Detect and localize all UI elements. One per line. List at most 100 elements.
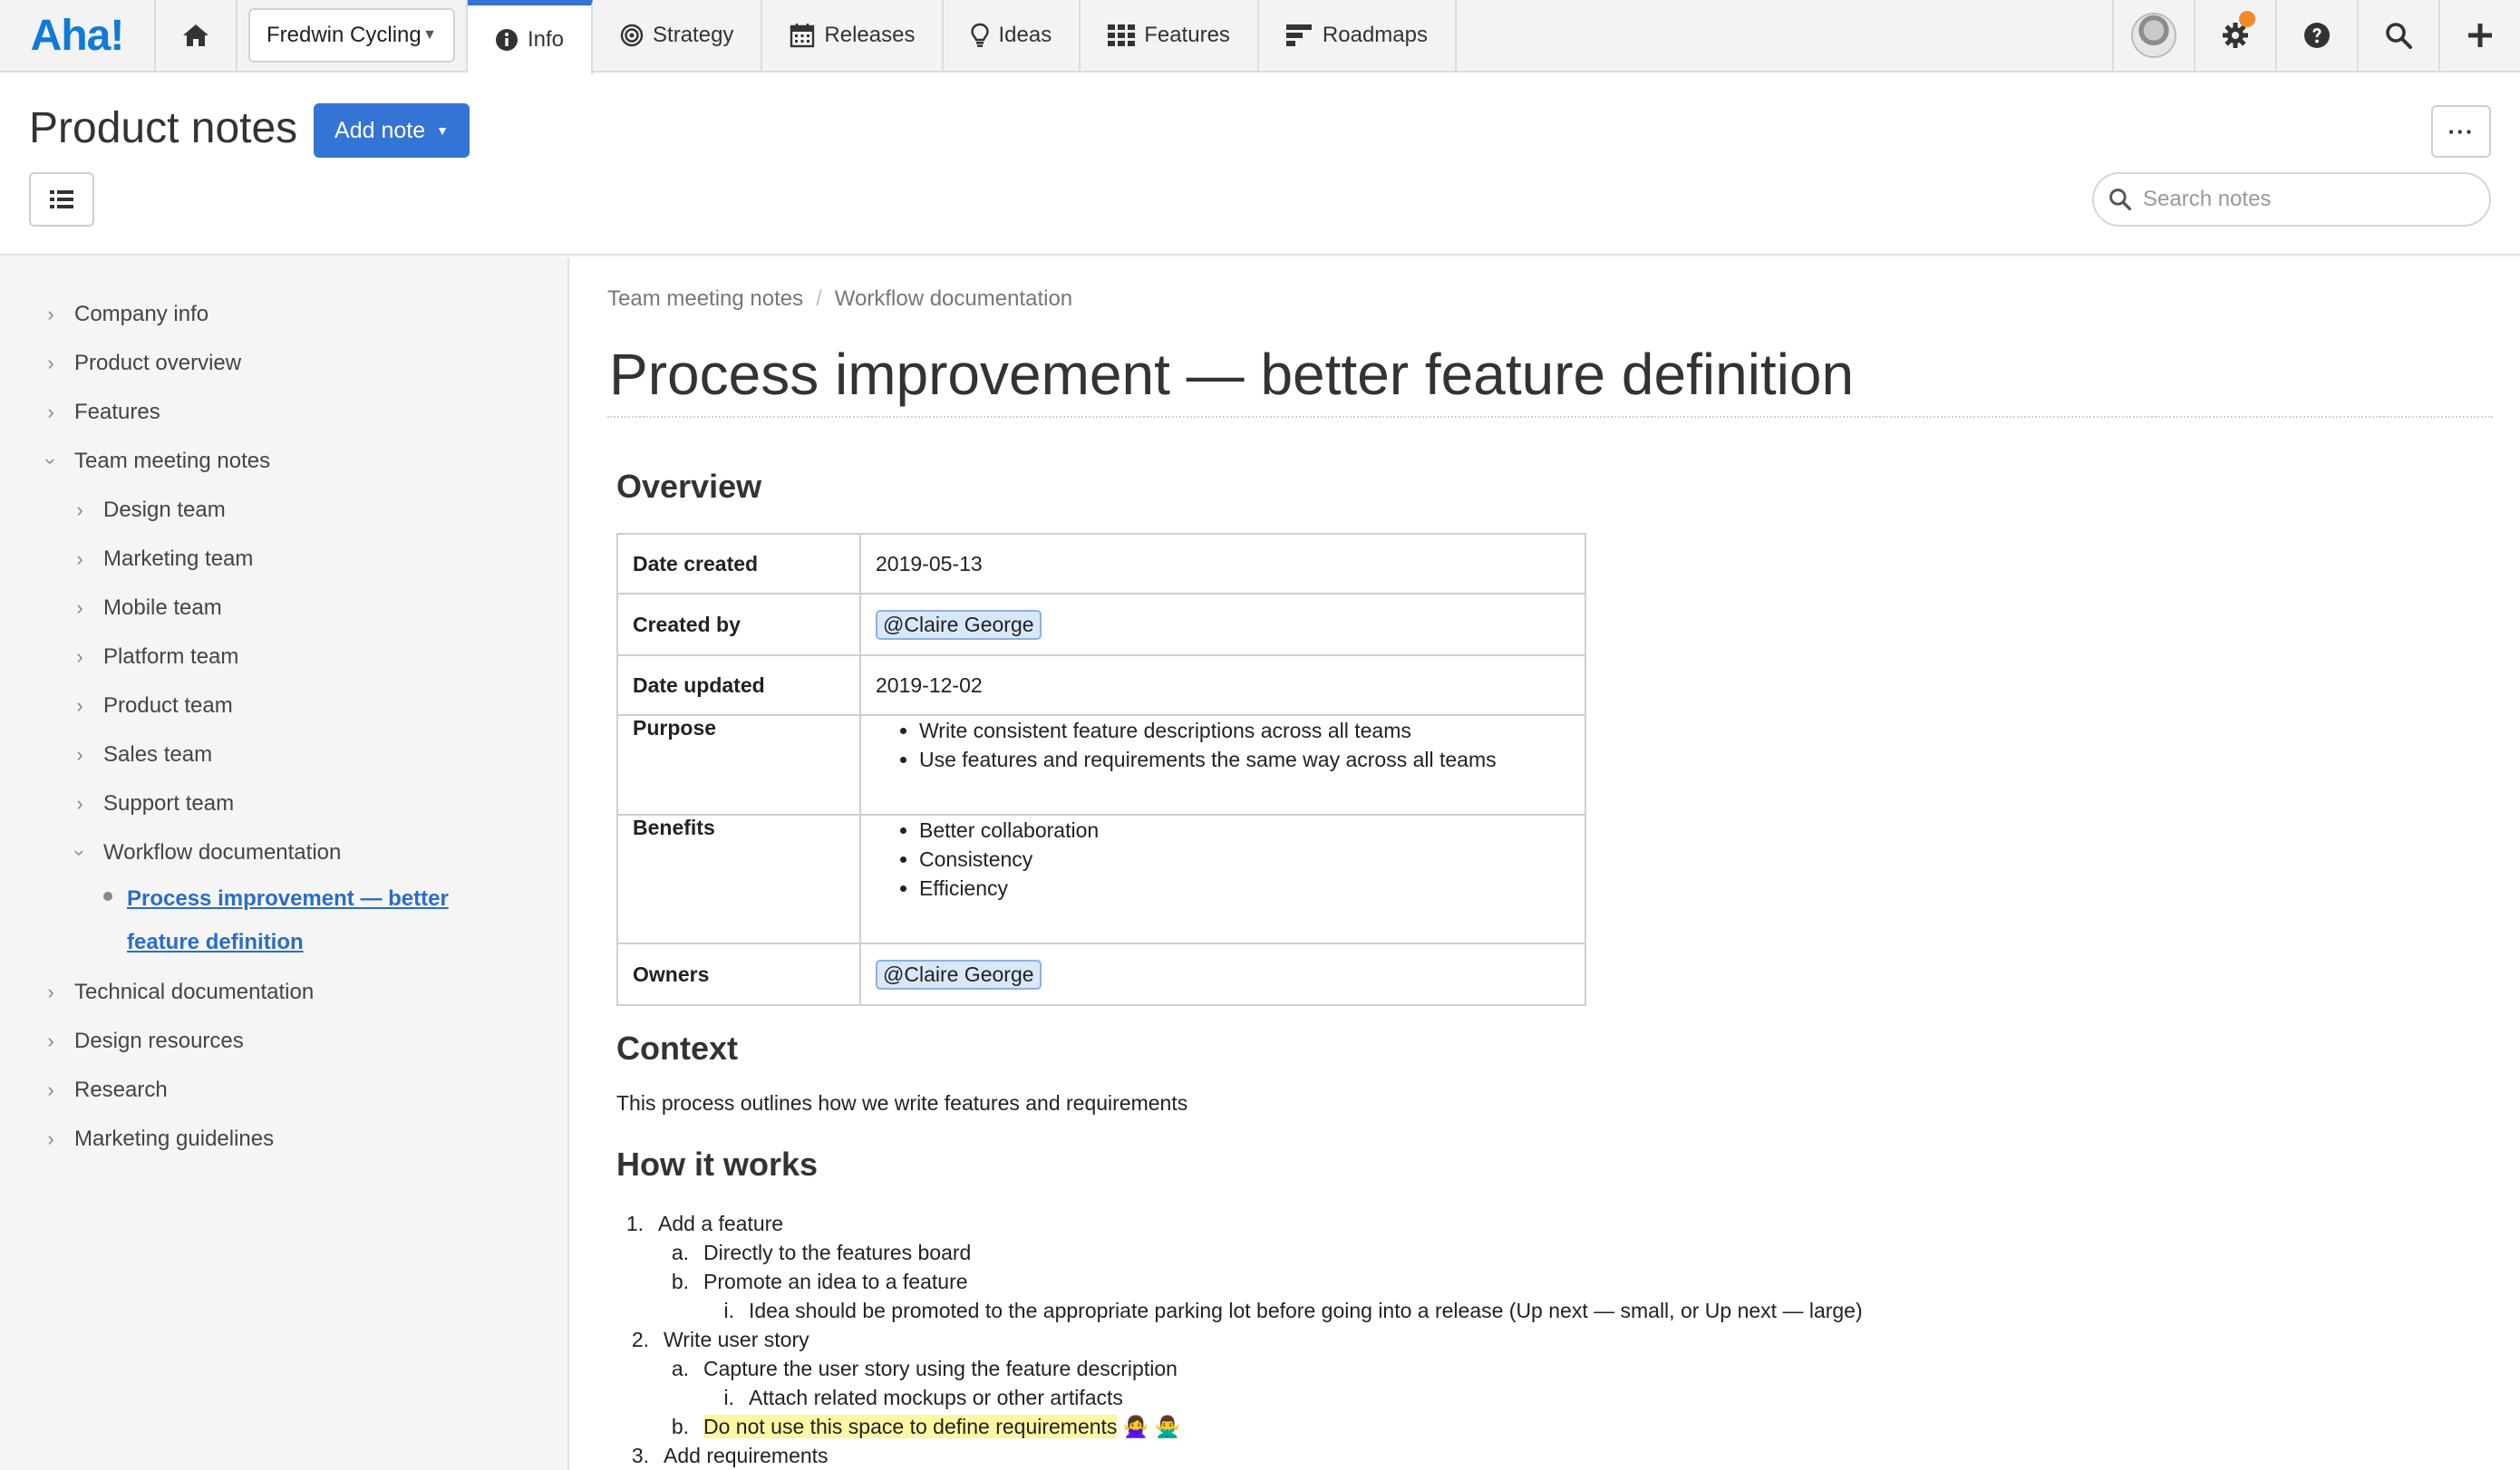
table-value: @Claire George [860, 943, 1585, 1005]
sidebar-item-features[interactable]: ›Features [0, 388, 567, 437]
tab-ideas-label: Ideas [998, 23, 1052, 48]
sidebar-item-label: Product overview [74, 351, 241, 376]
table-key: Owners [617, 943, 860, 1005]
list-view-button[interactable] [29, 172, 94, 227]
sidebar-item-marketing-guidelines[interactable]: ›Marketing guidelines [0, 1115, 567, 1164]
sidebar-item-label: Support team [103, 791, 234, 817]
chevron-right-icon: › [42, 1078, 60, 1102]
target-icon [620, 24, 644, 47]
settings-button[interactable] [2194, 0, 2275, 71]
sidebar-item-label: Sales team [103, 742, 212, 768]
note-content: Team meeting notes / Workflow documentat… [571, 257, 2520, 1470]
caret-down-icon: ▼ [436, 123, 449, 138]
chevron-right-icon: › [71, 694, 89, 718]
chevron-down-icon: › [68, 844, 92, 862]
sidebar-item-support-team[interactable]: › Support team [0, 779, 567, 828]
sidebar-item-company-info[interactable]: ›Company info [0, 290, 567, 339]
sidebar-item-design-team[interactable]: › Design team [0, 486, 567, 535]
sidebar-item-workflow-documentation[interactable]: › Workflow documentation [0, 828, 567, 877]
chevron-right-icon: › [71, 596, 89, 620]
breadcrumb: Team meeting notes / Workflow documentat… [607, 286, 1072, 312]
sidebar-item-label: Design resources [74, 1029, 244, 1054]
sidebar-item-label: Features [74, 400, 160, 425]
sidebar-item-mobile-team[interactable]: ›Mobile team [0, 584, 567, 633]
grid-icon [1108, 24, 1135, 46]
table-row: Date created 2019-05-13 [617, 534, 1585, 594]
tab-strategy-label: Strategy [653, 23, 733, 48]
user-mention[interactable]: @Claire George [876, 960, 1042, 990]
profile-button[interactable] [2112, 0, 2194, 71]
search-button[interactable] [2357, 0, 2438, 71]
table-row: Created by @Claire George [617, 594, 1585, 655]
breadcrumb-item[interactable]: Team meeting notes [607, 286, 803, 312]
avatar [2131, 13, 2176, 58]
search-icon [2108, 188, 2132, 211]
sidebar-item-label: Company info [74, 302, 208, 327]
create-button[interactable] [2438, 0, 2520, 71]
sidebar-item-product-team[interactable]: › Product team [0, 682, 567, 730]
sidebar-item-label: Team meeting notes [74, 449, 270, 474]
sidebar-item-sales-team[interactable]: ›Sales team [0, 730, 567, 779]
page-title: Product notes [29, 103, 297, 153]
sidebar-item-label: Technical documentation [74, 980, 314, 1005]
table-value: Write consistent feature descriptions ac… [860, 715, 1585, 815]
context-text: This process outlines how we write featu… [616, 1091, 1187, 1116]
sidebar-item-product-overview[interactable]: ›Product overview [0, 339, 567, 388]
sidebar-item-label: Product team [103, 693, 233, 719]
tab-releases-label: Releases [824, 23, 915, 48]
tab-info[interactable]: Info [468, 0, 593, 74]
tab-features-label: Features [1144, 23, 1230, 48]
sidebar-item-team-meeting-notes[interactable]: ›Team meeting notes [0, 437, 567, 486]
breadcrumb-separator: / [816, 286, 822, 312]
chevron-right-icon: › [71, 547, 89, 571]
tab-strategy[interactable]: Strategy [593, 0, 762, 71]
user-mention[interactable]: @Claire George [876, 610, 1042, 640]
chevron-right-icon: › [71, 498, 89, 522]
sidebar-item-label: Workflow documentation [103, 840, 341, 866]
list-item: Better collaboration [919, 816, 1570, 845]
help-button[interactable] [2275, 0, 2357, 71]
chevron-right-icon: › [71, 792, 89, 816]
tab-roadmaps[interactable]: Roadmaps [1259, 0, 1457, 71]
tab-ideas[interactable]: Ideas [944, 0, 1081, 71]
table-row: Benefits Better collaboration Consistenc… [617, 815, 1585, 943]
search-input[interactable] [2143, 187, 2469, 212]
how-it-works-heading: How it works [616, 1146, 818, 1184]
more-options-button[interactable]: ··· [2431, 105, 2491, 158]
aha-logo[interactable]: Aha! [0, 0, 156, 71]
notification-badge [2239, 11, 2255, 27]
sidebar-item-research[interactable]: ›Research [0, 1066, 567, 1115]
table-key: Benefits [617, 815, 860, 943]
calendar-icon [790, 23, 815, 48]
table-value: @Claire George [860, 594, 1585, 655]
add-note-button[interactable]: Add note ▼ [314, 103, 470, 158]
sidebar-item-label: Platform team [103, 644, 238, 670]
home-button[interactable] [156, 0, 237, 71]
chevron-right-icon: › [71, 645, 89, 669]
emoji: 🙅‍♀️ 🙅‍♂️ [1123, 1415, 1181, 1438]
sidebar-item-label[interactable]: Process improvement — better feature def… [127, 877, 471, 964]
table-key: Created by [617, 594, 860, 655]
add-note-label: Add note [334, 118, 425, 144]
sidebar-item-technical-documentation[interactable]: › Technical documentation [0, 968, 567, 1017]
sidebar-item-platform-team[interactable]: › Platform team [0, 633, 567, 682]
product-select[interactable]: Fredwin Cycling ▼ [248, 8, 455, 63]
sidebar-item-current-note[interactable]: Process improvement — better feature def… [0, 877, 567, 968]
list-item: Write consistent feature descriptions ac… [919, 716, 1570, 745]
chevron-down-icon: ▼ [422, 27, 437, 44]
table-row: Date updated 2019-12-02 [617, 655, 1585, 715]
lightbulb-icon [971, 23, 989, 48]
overview-heading: Overview [616, 468, 761, 506]
table-key: Date updated [617, 655, 860, 715]
breadcrumb-item[interactable]: Workflow documentation [835, 286, 1072, 312]
sidebar-item-marketing-team[interactable]: ›Marketing team [0, 535, 567, 584]
product-name: Fredwin Cycling [267, 23, 422, 48]
tab-releases[interactable]: Releases [762, 0, 944, 71]
note-title[interactable]: Process improvement — better feature def… [609, 341, 1854, 408]
table-row: Owners @Claire George [617, 943, 1585, 1005]
chevron-right-icon: › [42, 981, 60, 1004]
sidebar-item-design-resources[interactable]: ›Design resources [0, 1017, 567, 1066]
tab-features[interactable]: Features [1081, 0, 1259, 71]
notes-sidebar: ›Company info ›Product overview ›Feature… [0, 257, 569, 1470]
sidebar-item-label: Design team [103, 498, 226, 523]
